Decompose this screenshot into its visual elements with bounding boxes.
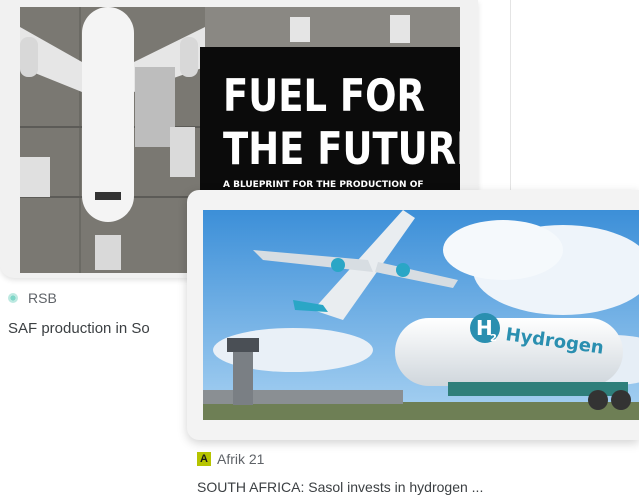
- card-1-title[interactable]: SAF production in So: [8, 320, 188, 337]
- card-2-thumbnail[interactable]: H 2 Hydrogen: [187, 190, 639, 440]
- card-1-source[interactable]: RSB: [8, 290, 57, 306]
- rsb-favicon-icon: [8, 293, 18, 303]
- card-2-source-label: Afrik 21: [217, 451, 265, 467]
- card-1-source-label: RSB: [28, 290, 57, 306]
- afrik21-favicon-icon: A: [197, 452, 211, 466]
- card-2-source[interactable]: A Afrik 21: [197, 451, 264, 467]
- poster-headline-2: THE FUTURE: [223, 123, 460, 175]
- poster-subhead: A BLUEPRINT FOR THE PRODUCTION OF: [223, 180, 424, 190]
- poster-headline-1: FUEL FOR: [223, 70, 425, 122]
- card-2-title[interactable]: SOUTH AFRICA: Sasol invests in hydrogen …: [197, 479, 483, 495]
- column-divider: [510, 0, 511, 190]
- h2-subscript: 2: [490, 333, 497, 344]
- card-2-image: H 2 Hydrogen: [203, 210, 639, 420]
